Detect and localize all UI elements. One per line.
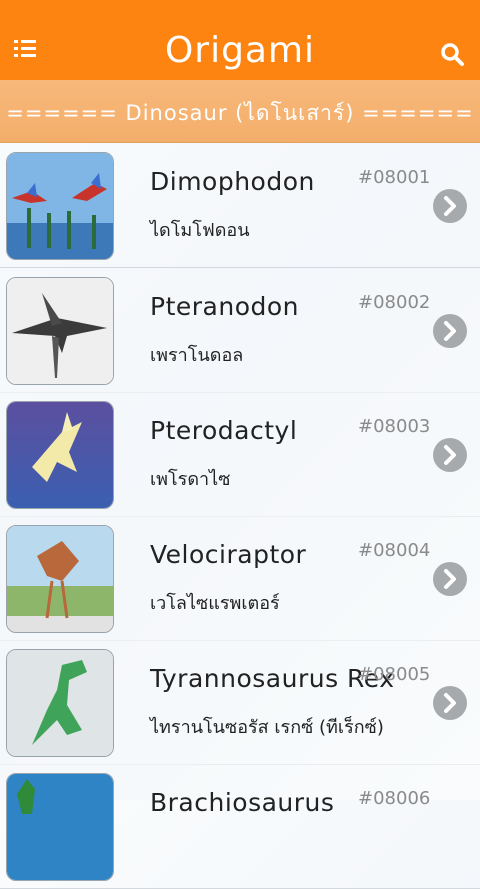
item-name-en: Dimophodon — [150, 167, 315, 196]
search-icon[interactable] — [440, 42, 466, 68]
item-name-en: Brachiosaurus — [150, 788, 335, 817]
category-title: ====== Dinosaur (ไดโนเสาร์) ====== — [6, 101, 474, 125]
thumbnail-image — [6, 773, 114, 881]
list-item[interactable]: Brachiosaurus #08006 — [0, 764, 480, 889]
chevron-right-icon[interactable] — [433, 438, 467, 472]
item-name-th: ไดโมโฟดอน — [150, 220, 250, 241]
chevron-right-icon[interactable] — [433, 562, 467, 596]
item-name-th: เพราโนดอล — [150, 345, 244, 366]
item-code: #08002 — [358, 292, 431, 313]
list-item[interactable]: Pteranodon เพราโนดอล #08002 — [0, 268, 480, 393]
item-code: #08001 — [358, 167, 431, 188]
thumbnail-image — [6, 525, 114, 633]
chevron-right-icon[interactable] — [433, 686, 467, 720]
item-name-th: เวโลไซแรพเตอร์ — [150, 593, 280, 614]
list-item[interactable]: Dimophodon ไดโมโฟดอน #08001 — [0, 143, 480, 268]
app-title: Origami — [164, 30, 316, 71]
thumbnail-image — [6, 152, 114, 260]
list-item[interactable]: Pterodactyl เพโรดาไซ #08003 — [0, 392, 480, 517]
chevron-right-icon[interactable] — [433, 189, 467, 223]
item-name-en: Velociraptor — [150, 540, 307, 569]
thumbnail-image — [6, 277, 114, 385]
item-name-th: เพโรดาไซ — [150, 469, 231, 490]
item-name-en: Pteranodon — [150, 292, 300, 321]
item-code: #08006 — [358, 788, 431, 809]
list-item[interactable]: Tyrannosaurus Rex ไทรานโนซอรัส เรกซ์ (ที… — [0, 640, 480, 765]
item-code: #08005 — [358, 664, 431, 685]
thumbnail-image — [6, 649, 114, 757]
app-bar: Origami — [0, 0, 480, 80]
list-item[interactable]: Velociraptor เวโลไซแรพเตอร์ #08004 — [0, 516, 480, 641]
item-name-th: ไทรานโนซอรัส เรกซ์ (ทีเร็กซ์) — [150, 717, 384, 738]
item-code: #08004 — [358, 540, 431, 561]
thumbnail-image — [6, 401, 114, 509]
item-code: #08003 — [358, 416, 431, 437]
chevron-right-icon[interactable] — [433, 314, 467, 348]
item-name-en: Pterodactyl — [150, 416, 298, 445]
